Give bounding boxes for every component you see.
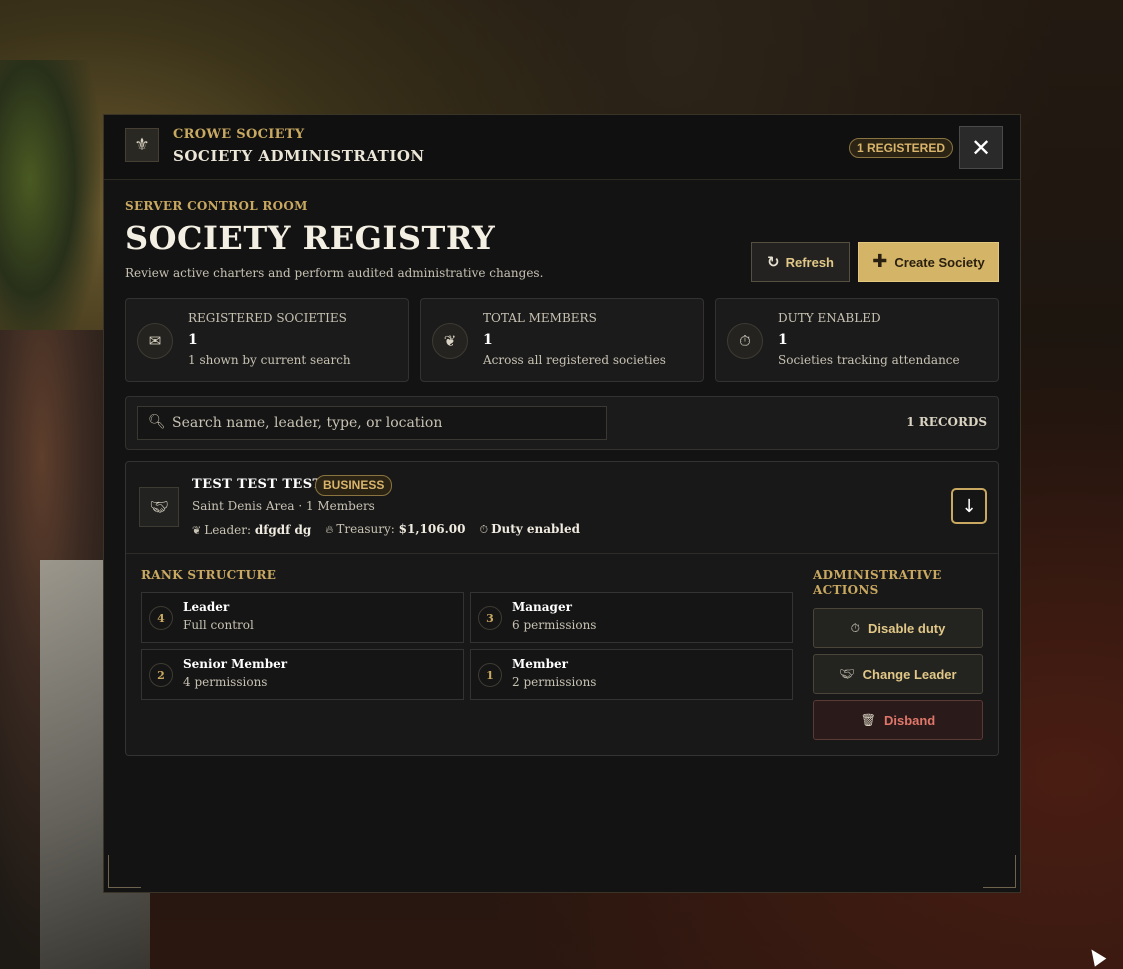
society-admin-panel: ⚜ CROWE SOCIETY SOCIETY ADMINISTRATION 1… [103, 114, 1021, 893]
stat-label: REGISTERED SOCIETIES [188, 311, 347, 325]
rank-name: Senior Member [183, 657, 288, 671]
records-count: 1 RECORDS [906, 415, 987, 429]
handshake-icon: 🤝︎ [839, 667, 855, 681]
disband-button[interactable]: 🗑︎ Disband [813, 700, 983, 740]
society-card: 🤝︎ TEST TEST TEST BUSINESS Saint Denis A… [125, 461, 999, 756]
rank-item: 1 Member 2 permissions [470, 649, 793, 700]
disband-label: Disband [883, 712, 936, 728]
members-icon: ❦ [192, 523, 202, 537]
panel-header: ⚜ CROWE SOCIETY SOCIETY ADMINISTRATION 1… [104, 115, 1020, 180]
stat-value: 1 [778, 332, 788, 348]
society-details: ❦ Leader: dfgdf dg 🔥︎ Treasury: $1,106.00 … [192, 522, 580, 537]
rank-number: 1 [478, 663, 502, 687]
stat-value: 1 [483, 332, 493, 348]
rank-name: Leader [183, 600, 230, 614]
society-name: TEST TEST TEST [192, 477, 323, 492]
society-meta: Saint Denis Area · 1 Members [192, 499, 375, 513]
rank-number: 3 [478, 606, 502, 630]
close-button[interactable]: ✕ [959, 126, 1003, 169]
search-bar: 🔍︎ 1 RECORDS [125, 396, 999, 450]
stopwatch-icon: ⏱ [727, 323, 763, 359]
search-icon: 🔍︎ [148, 414, 166, 430]
society-type-badge: BUSINESS [315, 475, 393, 496]
stat-label: TOTAL MEMBERS [483, 311, 597, 325]
handshake-icon: 🤝︎ [139, 487, 179, 527]
disable-duty-label: Disable duty [868, 620, 946, 636]
background-plant [0, 60, 100, 360]
leader-value: dfgdf dg [254, 522, 312, 537]
stat-value: 1 [188, 332, 198, 348]
header-overline: CROWE SOCIETY [173, 127, 305, 142]
mouse-cursor [1085, 945, 1107, 967]
refresh-icon: ↻ [767, 253, 780, 271]
treasury-label: Treasury: [336, 522, 395, 536]
treasury-info: 🔥︎ Treasury: $1,106.00 [325, 522, 465, 537]
change-leader-button[interactable]: 🤝︎ Change Leader [813, 654, 983, 694]
rank-name: Manager [512, 600, 572, 614]
stat-note: 1 shown by current search [188, 353, 351, 367]
corner-ornament [983, 855, 1016, 888]
refresh-label: Refresh [785, 254, 834, 270]
rank-permissions: 2 permissions [512, 675, 597, 689]
rank-item: 3 Manager 6 permissions [470, 592, 793, 643]
corner-ornament [108, 855, 141, 888]
rank-item: 4 Leader Full control [141, 592, 464, 643]
rank-number: 2 [149, 663, 173, 687]
rank-permissions: 4 permissions [183, 675, 268, 689]
stat-note: Societies tracking attendance [778, 353, 960, 367]
leader-label: Leader: [204, 522, 252, 537]
scroll-icon: ✉ [137, 323, 173, 359]
duty-label: Duty enabled [491, 522, 581, 536]
society-card-header: 🤝︎ TEST TEST TEST BUSINESS Saint Denis A… [126, 462, 998, 554]
page-title: SOCIETY REGISTRY [125, 219, 496, 257]
create-society-label: Create Society [894, 254, 985, 270]
members-icon: ❦ [432, 323, 468, 359]
create-society-button[interactable]: ✚ Create Society [858, 242, 999, 282]
stat-card-total-members: ❦ TOTAL MEMBERS 1 Across all registered … [420, 298, 704, 382]
stat-card-duty-enabled: ⏱ DUTY ENABLED 1 Societies tracking atte… [715, 298, 999, 382]
duty-info: ⏱ Duty enabled [479, 522, 580, 537]
page-subtitle: Review active charters and perform audit… [125, 266, 544, 280]
rank-permissions: 6 permissions [512, 618, 597, 632]
header-title: SOCIETY ADMINISTRATION [173, 147, 425, 165]
stat-card-registered-societies: ✉ REGISTERED SOCIETIES 1 1 shown by curr… [125, 298, 409, 382]
plus-icon: ✚ [872, 251, 888, 272]
stat-label: DUTY ENABLED [778, 311, 881, 325]
change-leader-label: Change Leader [862, 666, 957, 682]
rank-structure-heading: RANK STRUCTURE [141, 568, 277, 582]
treasury-value: $1,106.00 [398, 522, 466, 536]
rank-permissions: Full control [183, 618, 254, 632]
leader-info: ❦ Leader: dfgdf dg [192, 523, 311, 537]
stat-note: Across all registered societies [483, 353, 666, 367]
stopwatch-icon: ⏱ [479, 523, 489, 536]
section-overline: SERVER CONTROL ROOM [125, 199, 308, 213]
search-field[interactable]: 🔍︎ [137, 406, 607, 440]
expand-toggle-button[interactable]: ↓ [951, 488, 987, 524]
administrative-actions-heading: ADMINISTRATIVE ACTIONS [813, 568, 942, 597]
stopwatch-icon: ⏱ [850, 620, 861, 635]
registered-count-badge: 1 REGISTERED [849, 138, 954, 158]
rank-number: 4 [149, 606, 173, 630]
rank-item: 2 Senior Member 4 permissions [141, 649, 464, 700]
search-input[interactable] [172, 411, 592, 435]
close-icon: ✕ [970, 133, 992, 162]
rank-name: Member [512, 657, 568, 671]
disable-duty-button[interactable]: ⏱ Disable duty [813, 608, 983, 648]
arrow-down-icon: ↓ [961, 495, 977, 517]
refresh-button[interactable]: ↻ Refresh [751, 242, 850, 282]
trash-icon: 🗑︎ [860, 713, 876, 727]
flame-icon: 🔥︎ [325, 523, 334, 536]
seal-icon: ⚜ [125, 128, 159, 162]
